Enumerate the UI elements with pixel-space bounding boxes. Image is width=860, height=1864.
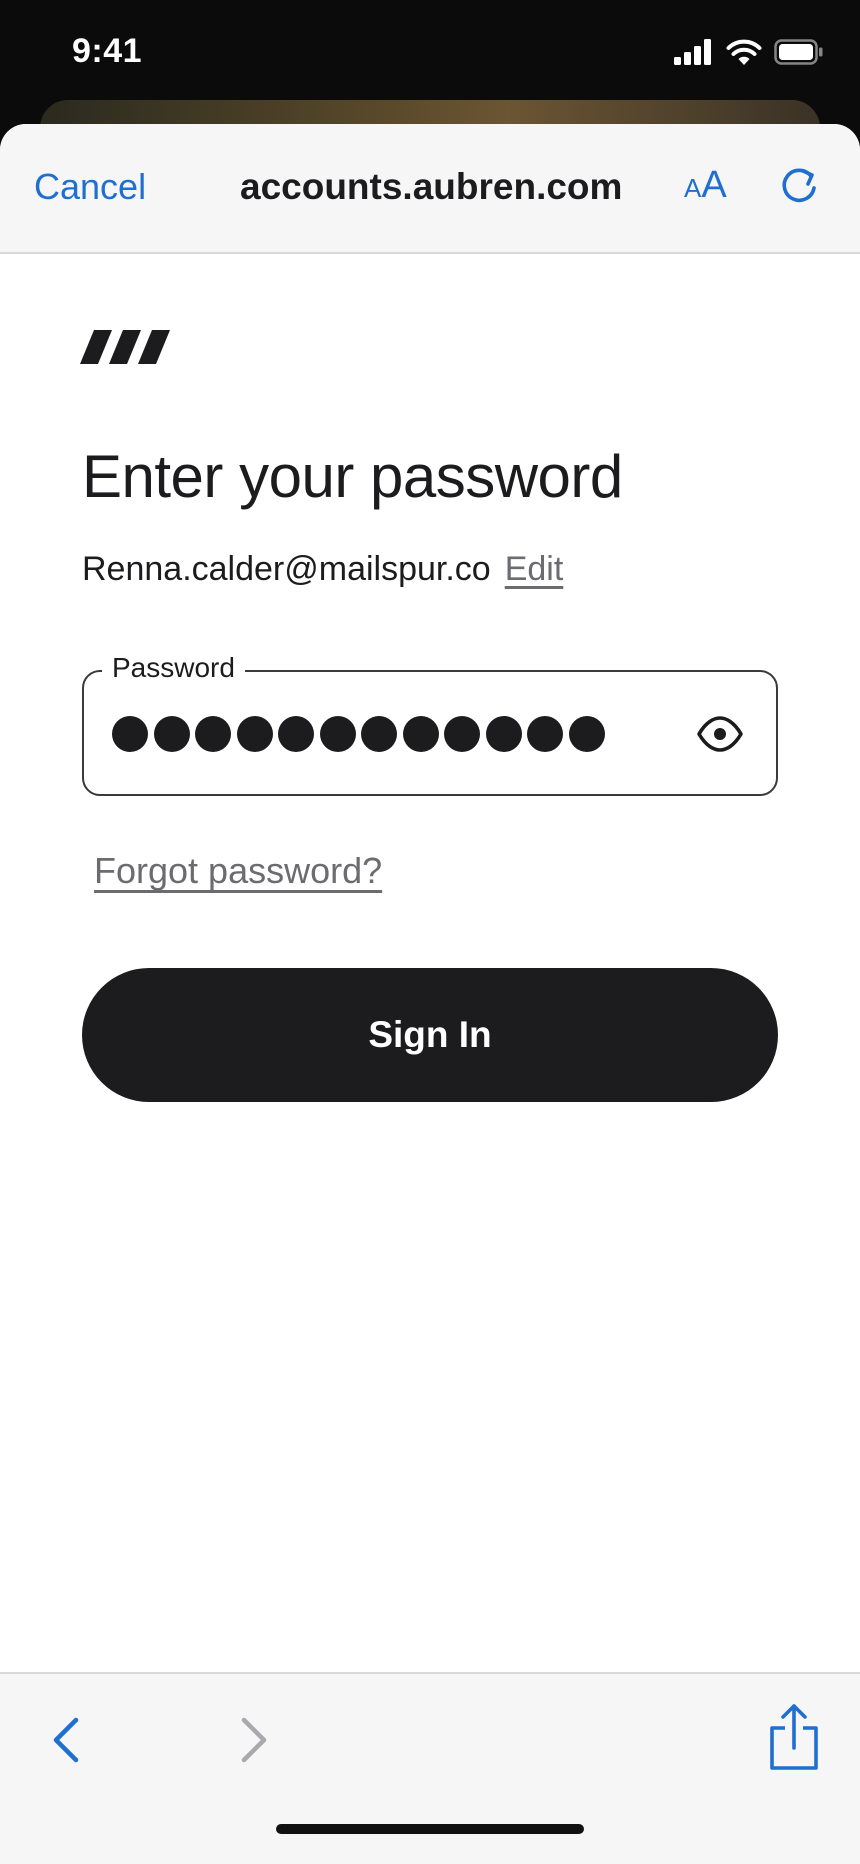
chevron-right-icon xyxy=(241,1717,267,1763)
password-mask-dot xyxy=(278,716,314,752)
password-field[interactable]: Password xyxy=(82,652,778,796)
sign-in-button[interactable]: Sign In xyxy=(82,968,778,1102)
password-masked-value xyxy=(112,716,605,752)
page-title: Enter your password xyxy=(82,443,623,510)
password-field-label: Password xyxy=(102,652,245,684)
text-size-small-letter: A xyxy=(684,173,702,203)
browser-bottom-toolbar xyxy=(0,1672,860,1864)
back-button[interactable] xyxy=(46,1712,86,1768)
password-mask-dot xyxy=(361,716,397,752)
edit-email-link[interactable]: Edit xyxy=(505,550,564,589)
browser-nav-bar: Cancel accounts.aubren.com A A xyxy=(0,124,860,254)
password-mask-dot xyxy=(195,716,231,752)
password-mask-dot xyxy=(402,716,439,752)
home-indicator xyxy=(276,1824,584,1834)
battery-icon xyxy=(774,39,823,65)
reload-icon xyxy=(782,168,816,203)
url-label: accounts.aubren.com xyxy=(240,166,623,207)
password-mask-dot xyxy=(444,716,480,752)
password-mask-dot xyxy=(236,716,273,752)
show-password-button[interactable] xyxy=(696,714,744,754)
phone-screen: 9:41 Cancel accounts.aubren.com A A Ente… xyxy=(0,0,860,1864)
brand-logo xyxy=(80,330,170,364)
password-mask-dot xyxy=(485,716,522,752)
forgot-password-link[interactable]: Forgot password? xyxy=(94,850,382,892)
share-button[interactable] xyxy=(766,1702,822,1772)
browser-sheet: Cancel accounts.aubren.com A A Enter you… xyxy=(0,124,860,1864)
cancel-button[interactable]: Cancel xyxy=(34,166,146,208)
password-mask-dot xyxy=(153,716,190,752)
password-mask-dot xyxy=(568,716,605,752)
reload-button[interactable] xyxy=(776,164,822,210)
account-email-row: Renna.calder@mailspur.co Edit xyxy=(82,550,563,589)
wifi-icon xyxy=(726,39,762,65)
status-bar: 9:41 xyxy=(0,0,860,104)
password-mask-dot xyxy=(527,716,563,752)
share-icon xyxy=(770,1704,818,1770)
eye-icon xyxy=(697,716,743,752)
password-mask-dot xyxy=(112,716,148,752)
forward-button[interactable] xyxy=(234,1712,274,1768)
account-email: Renna.calder@mailspur.co xyxy=(82,550,491,588)
text-size-button[interactable]: A A xyxy=(684,164,727,207)
password-mask-dot xyxy=(319,716,356,752)
status-icons xyxy=(674,38,824,66)
status-time: 9:41 xyxy=(72,32,143,70)
chevron-left-icon xyxy=(53,1717,79,1763)
cellular-signal-icon xyxy=(674,39,711,65)
text-size-big-letter: A xyxy=(701,164,727,206)
